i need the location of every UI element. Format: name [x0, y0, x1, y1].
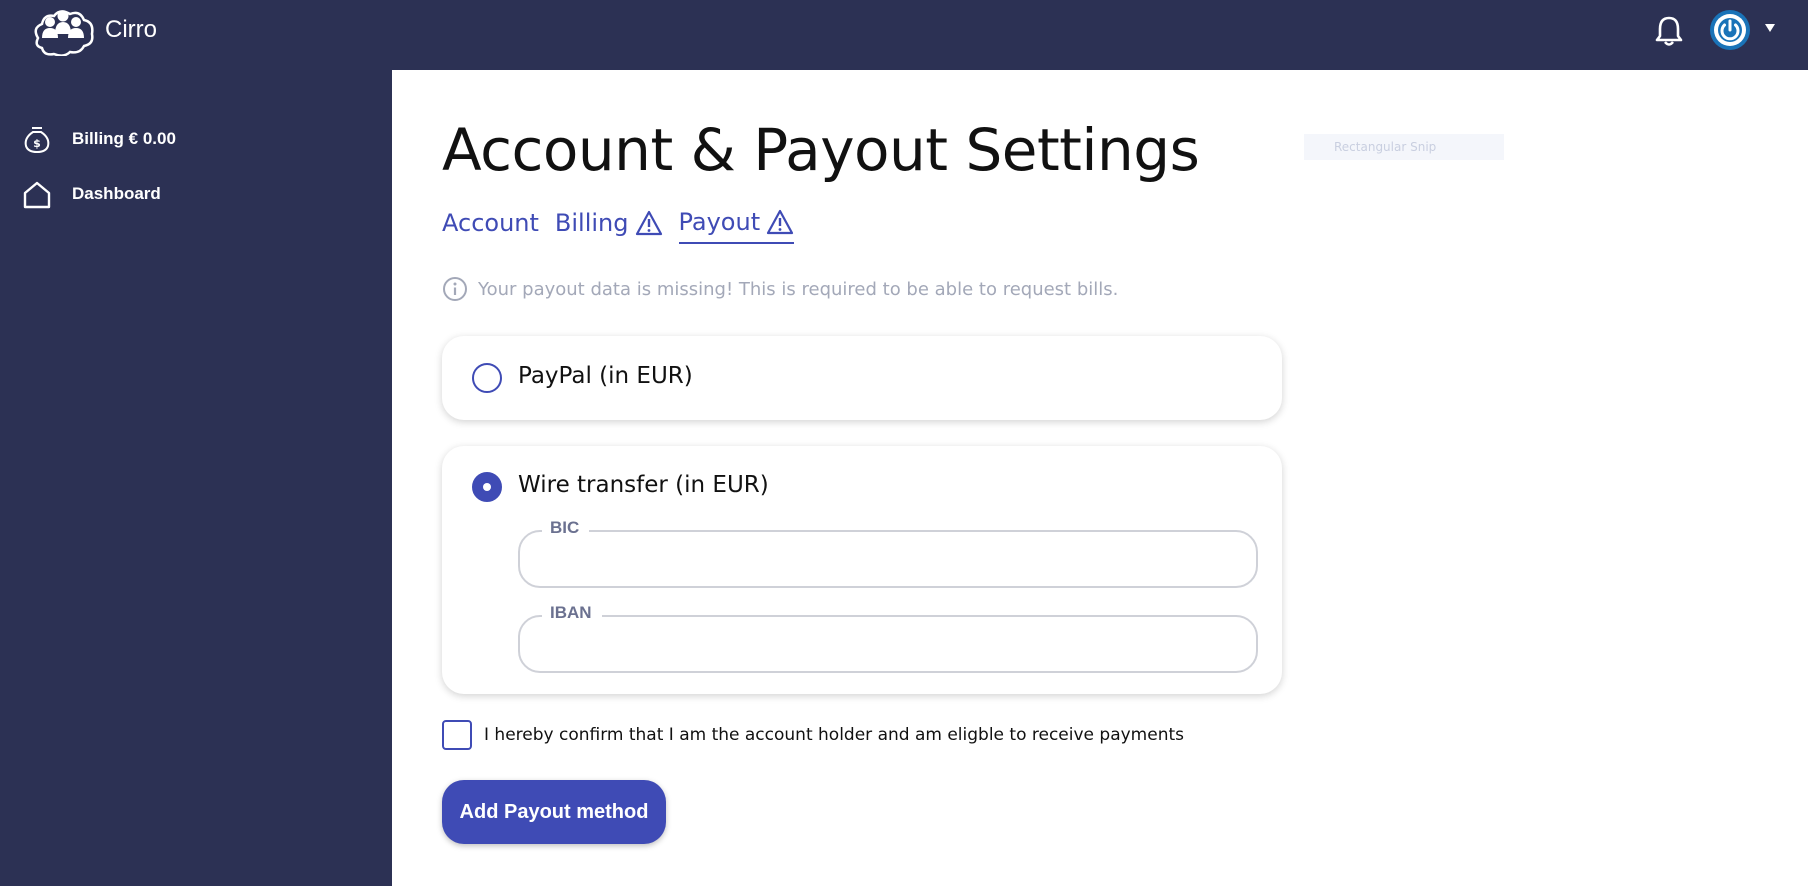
settings-tabs: Account Billing Payout — [442, 208, 795, 244]
payout-missing-notice: Your payout data is missing! This is req… — [442, 276, 1118, 302]
warning-icon — [767, 209, 794, 235]
tab-label: Billing — [554, 209, 629, 237]
info-icon — [443, 277, 467, 301]
sidebar: $ Billing € 0.00 Dashboard — [0, 70, 392, 886]
wire-transfer-option-label[interactable]: Wire transfer (in EUR) — [518, 472, 769, 498]
money-bag-icon: $ — [24, 127, 50, 154]
tab-account[interactable]: Account — [442, 208, 539, 244]
wire-transfer-option-card[interactable]: Wire transfer (in EUR) BIC IBAN — [442, 446, 1282, 694]
warning-icon — [635, 210, 662, 236]
caret-down-icon[interactable] — [1765, 24, 1775, 32]
power-icon — [1714, 14, 1746, 46]
notice-text: Your payout data is missing! This is req… — [478, 278, 1119, 300]
sidebar-item-label: Billing € 0.00 — [72, 129, 176, 148]
add-payout-method-button[interactable]: Add Payout method — [442, 780, 666, 844]
top-bar: Cirro — [0, 0, 1808, 70]
paypal-radio[interactable] — [472, 363, 502, 393]
bic-input[interactable] — [540, 546, 1230, 574]
confirm-checkbox[interactable] — [442, 720, 472, 750]
home-icon — [23, 181, 51, 209]
svg-text:$: $ — [33, 137, 41, 150]
iban-field[interactable]: IBAN — [518, 603, 1258, 673]
sidebar-item-label: Dashboard — [72, 184, 161, 203]
account-holder-confirm: I hereby confirm that I am the account h… — [442, 720, 1184, 750]
wire-transfer-radio[interactable] — [472, 472, 502, 502]
tab-billing[interactable]: Billing — [555, 208, 663, 244]
tab-label: Account — [442, 209, 539, 237]
iban-label: IBAN — [542, 603, 602, 623]
iban-input[interactable] — [540, 631, 1230, 659]
main-content: Account & Payout Settings Rectangular Sn… — [392, 70, 1808, 886]
bic-field[interactable]: BIC — [518, 518, 1258, 588]
sidebar-item-billing[interactable]: $ Billing € 0.00 — [22, 122, 176, 156]
tab-payout[interactable]: Payout — [678, 208, 795, 244]
paypal-option-card[interactable]: PayPal (in EUR) — [442, 336, 1282, 420]
tab-label: Payout — [678, 208, 761, 236]
page-title: Account & Payout Settings — [442, 116, 1200, 184]
paypal-option-label[interactable]: PayPal (in EUR) — [518, 363, 693, 389]
sidebar-item-dashboard[interactable]: Dashboard — [22, 177, 161, 211]
bic-label: BIC — [542, 518, 590, 538]
snip-overlay: Rectangular Snip — [1304, 134, 1504, 160]
bell-icon[interactable] — [1654, 14, 1684, 46]
cirro-logo-icon[interactable] — [30, 4, 96, 56]
brand-name[interactable]: Cirro — [105, 16, 157, 44]
user-avatar[interactable] — [1710, 10, 1750, 50]
confirm-text[interactable]: I hereby confirm that I am the account h… — [484, 725, 1184, 745]
